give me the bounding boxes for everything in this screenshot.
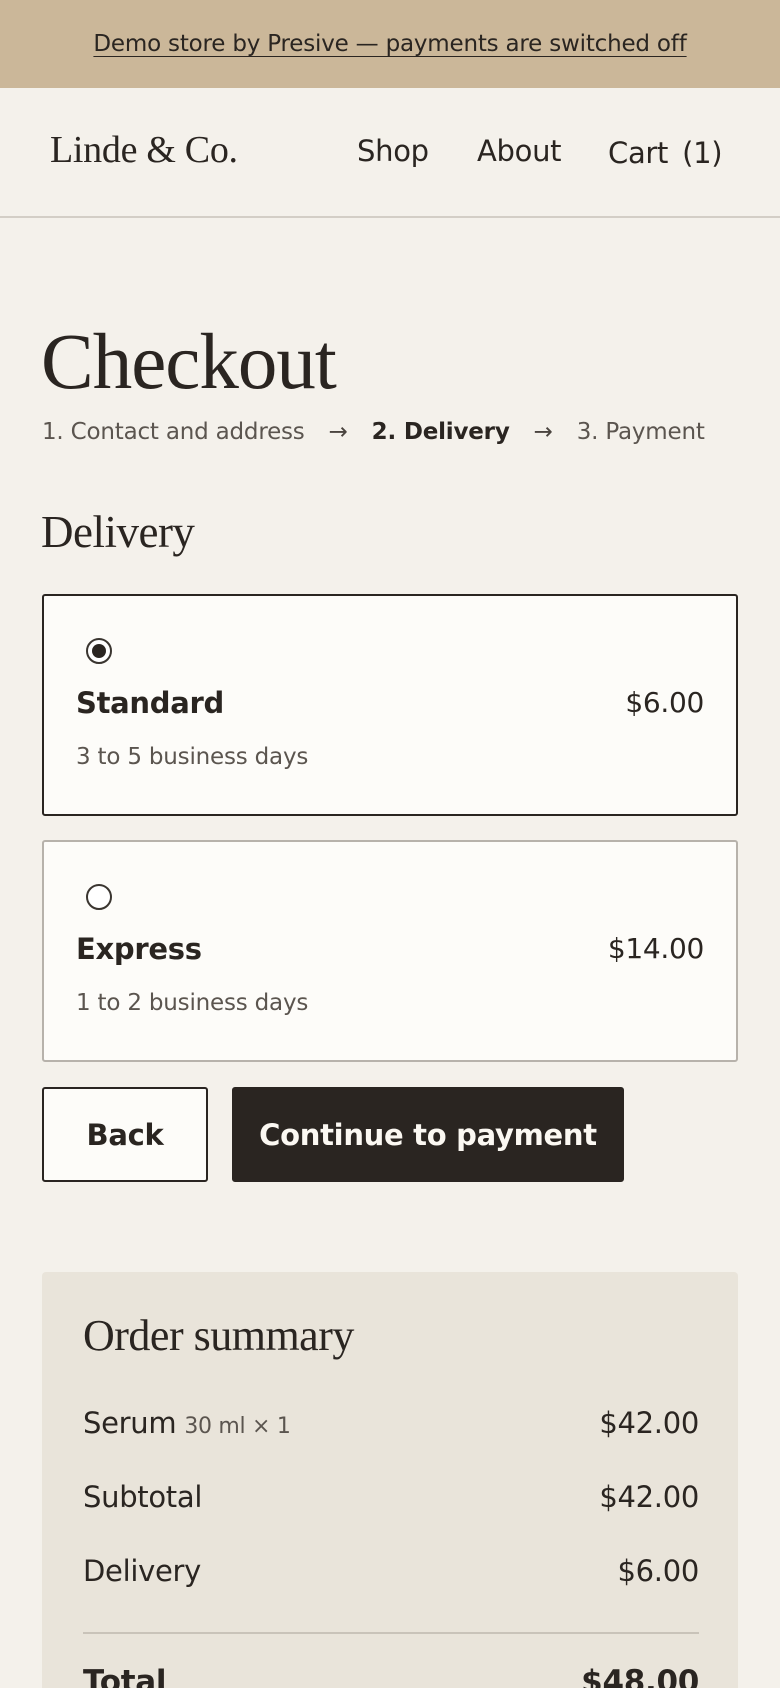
total-label: Total [83, 1664, 167, 1688]
item-price: $42.00 [599, 1406, 699, 1440]
summary-divider [83, 1632, 699, 1634]
subtotal-label: Subtotal [83, 1480, 203, 1514]
delivery-option-standard[interactable]: Standard $6.00 3 to 5 business days [42, 594, 738, 816]
cart-label: Cart [608, 136, 669, 170]
radio-standard[interactable] [86, 638, 112, 664]
back-button[interactable]: Back [42, 1087, 208, 1182]
option-description: 3 to 5 business days [76, 744, 309, 770]
total-value: $48.00 [581, 1664, 699, 1688]
option-name: Express [76, 932, 202, 966]
option-price: $6.00 [625, 686, 704, 719]
radio-express[interactable] [86, 884, 112, 910]
nav-cart[interactable]: Cart (1) [608, 136, 723, 170]
brand-logo[interactable]: Linde & Co. [50, 128, 238, 172]
delivery-section-title: Delivery [41, 507, 195, 557]
line-item-label: Serum 30 ml × 1 [83, 1406, 291, 1440]
delivery-option-express[interactable]: Express $14.00 1 to 2 business days [42, 840, 738, 1062]
order-summary-title: Order summary [83, 1311, 354, 1360]
summary-total: Total $48.00 [83, 1664, 699, 1688]
site-header: Linde & Co. Shop About Cart (1) [0, 88, 780, 218]
option-name: Standard [76, 686, 224, 720]
checkout-steps: 1. Contact and address → 2. Delivery → 3… [42, 419, 705, 445]
step-delivery: 2. Delivery [371, 419, 510, 445]
option-price: $14.00 [607, 932, 704, 965]
page-title: Checkout [41, 319, 337, 406]
summary-line-item: Serum 30 ml × 1 $42.00 [83, 1406, 699, 1446]
demo-banner-link[interactable]: Demo store by Presive — payments are swi… [93, 31, 686, 57]
order-summary: Order summary Serum 30 ml × 1 $42.00 Subt… [42, 1272, 738, 1688]
continue-to-payment-button[interactable]: Continue to payment [232, 1087, 624, 1182]
option-description: 1 to 2 business days [76, 990, 309, 1016]
delivery-value: $6.00 [617, 1554, 699, 1588]
nav-about[interactable]: About [477, 134, 562, 168]
subtotal-value: $42.00 [599, 1480, 699, 1514]
summary-subtotal: Subtotal $42.00 [83, 1480, 699, 1520]
delivery-label: Delivery [83, 1554, 201, 1588]
cart-count: (1) [682, 136, 723, 170]
step-arrow-icon: → [533, 419, 553, 445]
item-detail: 30 ml × 1 [184, 1414, 291, 1439]
summary-delivery: Delivery $6.00 [83, 1554, 699, 1594]
step-payment: 3. Payment [576, 419, 705, 445]
step-contact: 1. Contact and address [42, 419, 305, 445]
step-arrow-icon: → [328, 419, 348, 445]
item-name: Serum [83, 1406, 177, 1440]
nav-shop[interactable]: Shop [357, 134, 429, 168]
demo-banner: Demo store by Presive — payments are swi… [0, 0, 780, 88]
